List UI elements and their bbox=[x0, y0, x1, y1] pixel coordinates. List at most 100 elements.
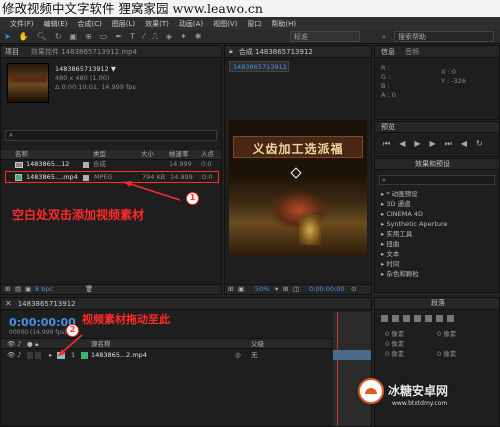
tab-preview[interactable]: 预览 bbox=[381, 123, 395, 131]
menu-edit[interactable]: 编辑(E) bbox=[44, 19, 68, 29]
loop-icon[interactable]: ↻ bbox=[476, 139, 483, 149]
close-icon[interactable]: ✕ bbox=[5, 299, 12, 308]
pickwhip-icon[interactable]: ◎ bbox=[235, 351, 241, 360]
lock-icon[interactable]: 🔒︎ bbox=[35, 340, 38, 349]
pen-tool-icon[interactable]: ✒ bbox=[115, 32, 122, 41]
pan-behind-icon[interactable]: ⊕ bbox=[85, 32, 92, 41]
column-size[interactable]: 大小 bbox=[141, 150, 154, 159]
brush-tool-icon[interactable]: ⁄ bbox=[143, 32, 144, 41]
tab-effects-presets[interactable]: 效果和预设 bbox=[415, 160, 450, 168]
tab-effect-controls[interactable]: 效果控件 1483865713912.mp4 bbox=[31, 47, 137, 57]
audio-icon[interactable]: ♪ bbox=[17, 340, 21, 349]
parent-select[interactable]: 无 bbox=[251, 351, 258, 360]
tab-timeline[interactable]: 1483865713912 bbox=[18, 300, 76, 308]
magnify-icon[interactable]: ▣ bbox=[238, 285, 244, 294]
indent-left-value[interactable]: 0 像素 bbox=[385, 330, 404, 339]
mask-tool-icon[interactable]: ▭ bbox=[100, 32, 108, 41]
grid-icon[interactable]: ⊞ bbox=[283, 285, 288, 294]
roto-tool-icon[interactable]: ✦ bbox=[180, 32, 187, 41]
indent-right-value[interactable]: 0 像素 bbox=[437, 330, 456, 339]
time-ruler-area[interactable] bbox=[333, 312, 371, 426]
label-color-swatch[interactable] bbox=[57, 352, 65, 359]
lock-box[interactable] bbox=[35, 352, 41, 359]
chevron-down-icon[interactable]: ▾ bbox=[275, 285, 278, 294]
zoom-level-select[interactable]: 50% bbox=[255, 285, 269, 294]
delete-icon[interactable]: 🗑︎ bbox=[85, 285, 93, 294]
menu-window[interactable]: 窗口 bbox=[247, 19, 261, 29]
eye-icon[interactable]: 👁︎ bbox=[7, 351, 15, 360]
playhead[interactable] bbox=[337, 312, 338, 426]
menu-animation[interactable]: 动画(A) bbox=[179, 19, 203, 29]
audio-icon[interactable]: ♪ bbox=[17, 351, 21, 360]
list-item[interactable]: ▸ CINEMA 4D bbox=[377, 209, 497, 219]
comp-subtab[interactable]: 1483865713912 bbox=[229, 61, 289, 72]
menu-effect[interactable]: 效果(T) bbox=[145, 19, 169, 29]
list-item[interactable]: ▸ 时间 bbox=[377, 259, 497, 269]
workspace-select[interactable]: 标准 bbox=[290, 31, 360, 42]
lock-icon[interactable]: 🔒︎ bbox=[229, 47, 233, 56]
bit-depth-button[interactable]: 8 bpc bbox=[35, 285, 53, 294]
list-item[interactable]: ▸ 3D 通道 bbox=[377, 199, 497, 209]
column-parent[interactable]: 父级 bbox=[251, 340, 264, 349]
expand-icon[interactable]: ▸ bbox=[49, 351, 52, 360]
list-item[interactable]: ▸ 实用工具 bbox=[377, 229, 497, 239]
last-frame-icon[interactable]: ⏭ bbox=[445, 139, 452, 149]
comp-timecode[interactable]: 0:00:00:00 bbox=[309, 285, 345, 294]
layer-name[interactable]: 1483865...2.mp4 bbox=[91, 351, 147, 360]
table-row[interactable]: 1483865...12 合成 14.999 0:0 bbox=[1, 160, 221, 170]
tab-audio[interactable]: 音频 bbox=[405, 47, 419, 57]
tab-project[interactable]: 项目 bbox=[5, 47, 19, 57]
solo-icon[interactable]: ● bbox=[27, 340, 33, 349]
menu-help[interactable]: 帮助(H) bbox=[271, 19, 296, 29]
selection-tool-icon[interactable]: ➤ bbox=[4, 32, 11, 41]
justify-all-icon[interactable] bbox=[447, 315, 454, 322]
effects-search-field[interactable]: ⌕ bbox=[379, 175, 495, 185]
list-item[interactable]: ▸ 杂色和颗粒 bbox=[377, 269, 497, 279]
audio-icon[interactable]: ◀︎ bbox=[461, 139, 467, 149]
align-right-icon[interactable] bbox=[403, 315, 410, 322]
space-after-value[interactable]: 0 像素 bbox=[437, 350, 456, 359]
first-frame-icon[interactable]: ⏮ bbox=[383, 139, 390, 149]
menu-composition[interactable]: 合成(C) bbox=[77, 19, 101, 29]
list-item[interactable]: ▸ * 动画预设 bbox=[377, 189, 497, 199]
layer-row[interactable]: 👁︎ ♪ ▸ 1 1483865...2.mp4 ◎ 无 bbox=[1, 350, 331, 361]
camera-snapshot-icon[interactable]: ⊙ bbox=[351, 285, 356, 294]
menu-file[interactable]: 文件(F) bbox=[10, 19, 34, 29]
list-item[interactable]: ▸ 文本 bbox=[377, 249, 497, 259]
justify-left-icon[interactable] bbox=[414, 315, 421, 322]
camera-tool-icon[interactable]: ▣ bbox=[70, 32, 78, 41]
new-composition-icon[interactable]: ▣ bbox=[25, 285, 31, 294]
new-folder-icon[interactable]: ▤ bbox=[15, 285, 21, 294]
list-item[interactable]: ▸ Synthetic Aperture bbox=[377, 219, 497, 229]
column-type[interactable]: 类型 bbox=[93, 150, 106, 159]
composition-viewer[interactable]: 义齿加工选派福 bbox=[229, 120, 367, 257]
toggle-alpha-icon[interactable]: ⊞ bbox=[228, 285, 233, 294]
anchor-point-handle[interactable] bbox=[290, 167, 302, 179]
table-row-selected[interactable]: 1483865....mp4 MPEG 794 KB 14.999 0:0 bbox=[5, 171, 219, 183]
space-before-value[interactable]: 0 像素 bbox=[385, 350, 404, 359]
align-center-icon[interactable] bbox=[392, 315, 399, 322]
solo-box[interactable] bbox=[27, 352, 33, 359]
rotate-tool-icon[interactable]: ↻ bbox=[55, 32, 62, 41]
justify-center-icon[interactable] bbox=[425, 315, 432, 322]
next-frame-icon[interactable]: ▶︎ bbox=[430, 139, 436, 149]
menu-layer[interactable]: 图层(L) bbox=[112, 19, 135, 29]
interpret-footage-icon[interactable]: ⊞ bbox=[5, 285, 10, 294]
align-left-icon[interactable] bbox=[381, 315, 388, 322]
tab-composition[interactable]: 合成 1483865713912 bbox=[239, 47, 313, 57]
column-in[interactable]: 入点 bbox=[201, 150, 214, 159]
justify-right-icon[interactable] bbox=[436, 315, 443, 322]
puppet-tool-icon[interactable]: ✱ bbox=[195, 32, 202, 41]
hand-tool-icon[interactable]: ✋ bbox=[19, 32, 29, 41]
search-help-input[interactable]: 搜索帮助 bbox=[394, 31, 494, 42]
tab-info[interactable]: 信息 bbox=[381, 47, 395, 57]
project-search-field[interactable]: ⌕ bbox=[5, 130, 217, 141]
column-name[interactable]: 名称 bbox=[15, 150, 28, 159]
tab-paragraph[interactable]: 段落 bbox=[431, 299, 445, 307]
column-fps[interactable]: 帧速率 bbox=[169, 150, 189, 159]
type-tool-icon[interactable]: T bbox=[130, 32, 135, 41]
eye-icon[interactable]: 👁︎ bbox=[7, 340, 15, 349]
stamp-tool-icon[interactable]: ⎍ bbox=[152, 32, 158, 42]
zoom-tool-icon[interactable]: 🔍︎ bbox=[37, 32, 47, 41]
column-source-name[interactable]: 源名称 bbox=[91, 340, 111, 349]
